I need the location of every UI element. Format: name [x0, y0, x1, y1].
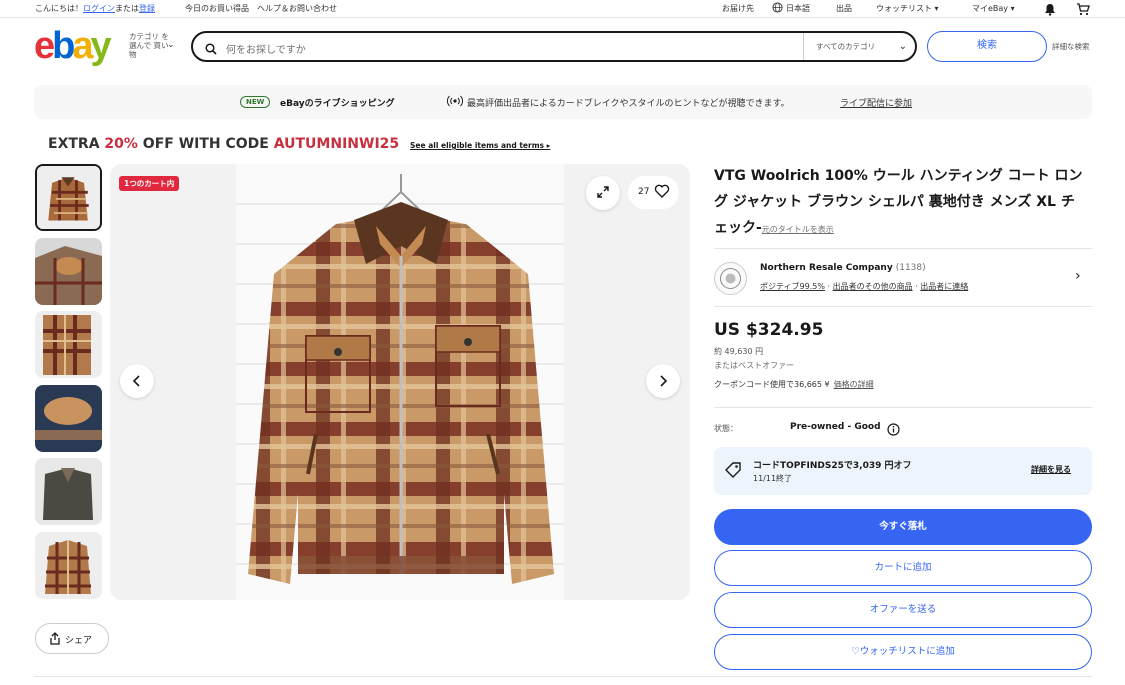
condition-label: 状態：	[714, 424, 738, 433]
chevron-down-icon: ⌄	[167, 40, 175, 50]
search-button[interactable]: 検索	[927, 31, 1047, 62]
advanced-search-link[interactable]: 詳細な検索	[1052, 41, 1090, 52]
daily-deals-link[interactable]: 今日のお買い得品	[185, 3, 249, 14]
sell-link[interactable]: 出品	[836, 3, 852, 14]
join-live-link[interactable]: ライブ配信に参加	[840, 96, 912, 109]
coupon-tag-icon	[724, 461, 742, 483]
condition-value: Pre-owned - Good	[790, 422, 881, 432]
original-title-link[interactable]: 元のタイトルを表示	[762, 225, 834, 234]
item-price: US $324.95	[714, 320, 824, 340]
info-icon[interactable]	[887, 421, 900, 440]
watch-count-button[interactable]: 27	[628, 176, 679, 209]
chevron-left-icon	[132, 372, 142, 391]
seller-name[interactable]: Northern Resale Company (1138)	[760, 263, 926, 273]
cart-icon[interactable]	[1076, 3, 1090, 18]
add-to-watchlist-button[interactable]: ♡ウォッチリストに追加	[714, 634, 1092, 670]
globe-icon	[772, 2, 783, 15]
coupon-code-box: コードTOPFINDS25で3,039 円オフ 11/11終了 詳細を見る	[714, 447, 1092, 495]
coupon-code-text: コードTOPFINDS25で3,039 円オフ	[753, 461, 912, 471]
register-link[interactable]: 登録	[139, 4, 155, 13]
top-utility-bar: こんにちは！ログインまたは登録 今日のお買い得品 ヘルプ＆お問い合わせ お届け先…	[0, 0, 1125, 18]
share-button[interactable]: シェア	[35, 623, 109, 654]
shop-by-category-button[interactable]: カテゴリ を選んで 買い物	[129, 32, 169, 59]
main-product-image[interactable]	[110, 164, 690, 600]
search-bar: 何をお探しですか すべてのカテゴリ ⌄	[191, 31, 917, 62]
feedback-count: (1138)	[895, 263, 926, 273]
search-icon	[205, 40, 217, 59]
share-icon	[49, 632, 61, 648]
seller-links: ポジティブ99.5% · 出品者のその他の商品 · 出品者に連絡	[760, 282, 969, 291]
positive-feedback-link[interactable]: ポジティブ99.5%	[760, 282, 825, 291]
my-ebay-menu[interactable]: マイeBay ▾	[972, 3, 1015, 14]
watchlist-menu[interactable]: ウォッチリスト ▾	[876, 3, 939, 14]
search-input[interactable]: 何をお探しですか	[226, 41, 306, 56]
in-cart-badge: 1つのカート内	[119, 176, 180, 191]
divider	[714, 407, 1092, 408]
thumbnail-4[interactable]	[35, 385, 102, 452]
thumbnail-2[interactable]	[35, 238, 102, 305]
thumbnail-5[interactable]	[35, 458, 102, 525]
live-shopping-banner: NEW eBayのライブショッピング 最高評価出品者によるカードブレイクやスタイ…	[34, 85, 1092, 119]
make-offer-button[interactable]: オファーを送る	[714, 592, 1092, 628]
thumbnail-6[interactable]	[35, 532, 102, 599]
jacket-photo	[236, 164, 564, 600]
coupon-end-date: 11/11終了	[753, 474, 793, 483]
chevron-down-icon: ⌄	[898, 41, 907, 52]
bell-icon[interactable]	[1044, 3, 1056, 18]
eligible-items-link[interactable]: See all eligible items and terms ▸	[410, 141, 550, 150]
watch-count: 27	[638, 187, 650, 197]
live-broadcast-icon	[446, 95, 464, 110]
ship-to-link[interactable]: お届け先	[722, 3, 754, 14]
next-image-button[interactable]	[646, 364, 680, 398]
expand-button[interactable]	[586, 176, 620, 210]
help-link[interactable]: ヘルプ＆お問い合わせ	[257, 3, 337, 14]
expand-icon	[596, 184, 610, 203]
prev-image-button[interactable]	[120, 364, 154, 398]
item-title: VTG Woolrich 100% ウール ハンティング コート ロング ジャケ…	[714, 168, 1083, 236]
best-offer-text: またはベストオファー	[714, 361, 795, 370]
divider	[714, 248, 1092, 249]
signin-link[interactable]: ログイン	[83, 4, 115, 13]
new-badge: NEW	[240, 96, 271, 108]
thumbnail-1[interactable]	[35, 164, 102, 231]
chevron-right-icon	[658, 372, 668, 391]
banner-title: eBayのライブショッピング	[280, 99, 395, 109]
heart-icon	[654, 183, 670, 202]
banner-text: 最高評価出品者によるカードブレイクやスタイルのヒントなどが視聴できます。	[467, 99, 790, 109]
greeting: こんにちは！ログインまたは登録	[35, 4, 155, 13]
divider	[714, 306, 1092, 307]
ebay-logo[interactable]: ebay	[34, 26, 112, 66]
seller-avatar[interactable]	[714, 262, 747, 295]
price-details-link[interactable]: 価格の詳細	[834, 380, 874, 389]
approx-price: 約 49,630 円	[714, 347, 764, 356]
add-to-cart-button[interactable]: カートに追加	[714, 550, 1092, 586]
coupon-details-link[interactable]: 詳細を見る	[1031, 464, 1071, 475]
language-select[interactable]: 日本語	[786, 3, 810, 14]
coupon-price: クーポンコード使用で36,665 ¥ 価格の詳細	[714, 380, 874, 389]
category-select[interactable]: すべてのカテゴリ ⌄	[803, 33, 915, 60]
divider	[34, 676, 1092, 677]
seller-other-items-link[interactable]: 出品者のその他の商品	[833, 282, 913, 291]
buy-now-button[interactable]: 今すぐ落札	[714, 509, 1092, 545]
promo-line: EXTRA 20% OFF WITH CODE AUTUMNINWI25 See…	[48, 136, 551, 152]
chevron-right-icon[interactable]: ›	[1075, 268, 1081, 284]
contact-seller-link[interactable]: 出品者に連絡	[920, 282, 968, 291]
promo-code: AUTUMNINWI25	[273, 136, 400, 152]
thumbnail-3[interactable]	[35, 311, 102, 378]
